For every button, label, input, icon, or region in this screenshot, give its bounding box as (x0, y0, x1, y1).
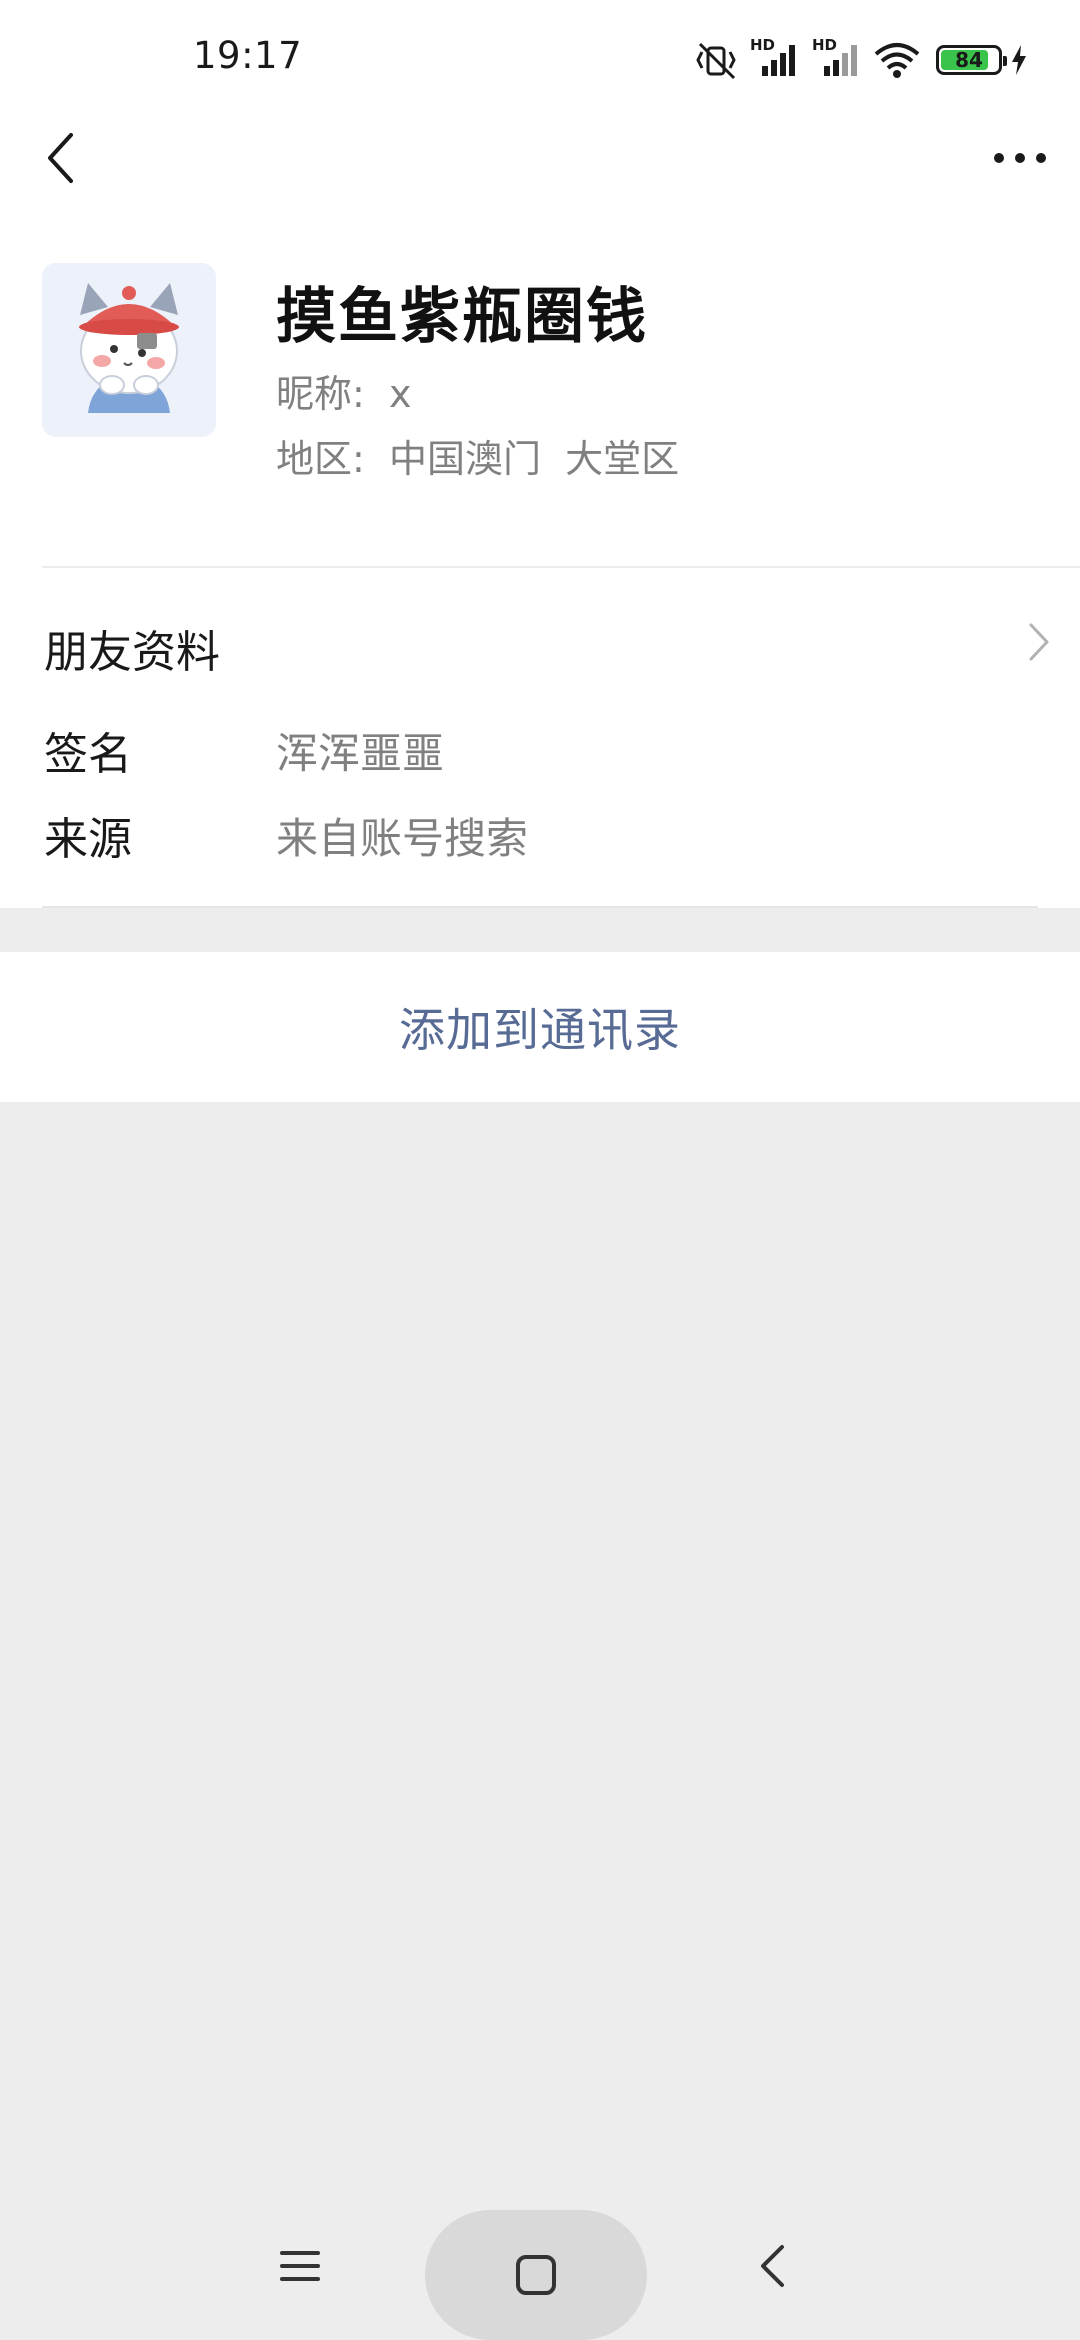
cat-avatar-image (42, 263, 216, 437)
signal-hd-icon: HD (810, 36, 864, 80)
friend-profile-label: 朋友资料 (44, 627, 220, 678)
recent-apps-button[interactable] (270, 2236, 330, 2296)
source-label: 来源 (44, 814, 132, 865)
source-value: 来自账号搜索 (276, 814, 529, 863)
add-to-contacts-label: 添加到通讯录 (399, 1003, 681, 1057)
avatar[interactable] (42, 263, 216, 437)
signature-value: 浑浑噩噩 (276, 729, 445, 778)
mute-vibrate-icon (694, 40, 740, 80)
back-arrow-icon (48, 133, 73, 183)
status-bar: 19:17 HD HD 84 (0, 0, 1080, 120)
profile-region: 地区: 中国澳门 大堂区 (276, 437, 680, 481)
source-row: 来源 来自账号搜索 (0, 795, 1080, 875)
battery-icon: 84 (936, 45, 1007, 75)
home-button[interactable] (425, 2210, 647, 2340)
back-icon (761, 2245, 784, 2287)
status-time: 19:17 (193, 34, 303, 77)
home-icon (516, 2255, 556, 2295)
signal-hd-icon: HD (748, 36, 802, 80)
nav-bar (0, 120, 1080, 190)
divider (42, 906, 1038, 908)
signature-row: 签名 浑浑噩噩 (0, 710, 1080, 790)
profile-nickname: 昵称: x (276, 372, 412, 416)
wifi-icon (872, 40, 922, 80)
chevron-right-icon (1028, 622, 1050, 666)
system-nav-bar (0, 2190, 1080, 2340)
system-back-button[interactable] (742, 2236, 802, 2296)
status-icons: HD HD 84 (694, 36, 1028, 82)
friend-profile-row[interactable]: 朋友资料 (0, 568, 1080, 718)
profile-card: 摸鱼紫瓶圈钱 昵称: x 地区: 中国澳门 大堂区 (0, 190, 1080, 568)
battery-level: 84 (955, 48, 983, 72)
back-button[interactable] (30, 128, 90, 188)
charging-bolt-icon (1010, 44, 1028, 76)
more-dots-icon (994, 153, 1046, 163)
menu-icon (280, 2251, 320, 2281)
more-button[interactable] (985, 128, 1055, 188)
add-to-contacts-button[interactable]: 添加到通讯录 (0, 952, 1080, 1102)
profile-name: 摸鱼紫瓶圈钱 (276, 282, 648, 352)
signature-label: 签名 (44, 729, 132, 780)
